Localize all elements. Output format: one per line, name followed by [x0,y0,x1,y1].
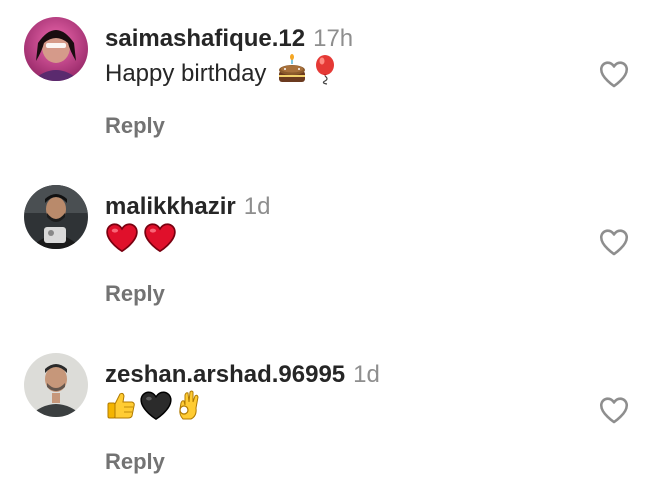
comment-header: zeshan.arshad.96995 1d [105,360,380,390]
comment-username[interactable]: zeshan.arshad.96995 [105,361,345,388]
avatar[interactable] [24,353,88,417]
comment-timestamp[interactable]: 1d [244,193,271,220]
reply-button[interactable]: Reply [105,448,165,476]
heart-outline-icon[interactable] [597,393,631,427]
comment-username[interactable]: saimashafique.12 [105,25,305,52]
reply-button[interactable]: Reply [105,112,165,140]
birthday-cake-emoji [276,53,308,95]
comment-username[interactable]: malikkhazir [105,193,236,220]
black-heart-emoji [139,389,173,431]
thumbs-up-emoji [105,389,137,431]
reply-button[interactable]: Reply [105,280,165,308]
ok-hand-emoji [175,389,205,431]
red-heart-emoji [143,221,177,263]
heart-outline-icon[interactable] [597,225,631,259]
comment-item: saimashafique.12 17h Happy birthday Repl… [0,0,653,168]
comment-timestamp[interactable]: 1d [353,361,380,388]
comment-header: saimashafique.12 17h [105,24,353,54]
balloon-emoji [310,53,342,95]
red-heart-emoji [105,221,139,263]
comment-text [105,223,177,259]
comment-header: malikkhazir 1d [105,192,270,222]
comment-item: malikkhazir 1d Reply [0,168,653,336]
comment-text-content: Happy birthday [105,60,267,87]
comment-text [105,390,205,427]
comment-item: zeshan.arshad.96995 1d Reply [0,336,653,504]
avatar[interactable] [24,17,88,81]
comment-timestamp[interactable]: 17h [313,25,353,52]
heart-outline-icon[interactable] [597,57,631,91]
avatar[interactable] [24,185,88,249]
comment-text: Happy birthday [105,54,342,91]
